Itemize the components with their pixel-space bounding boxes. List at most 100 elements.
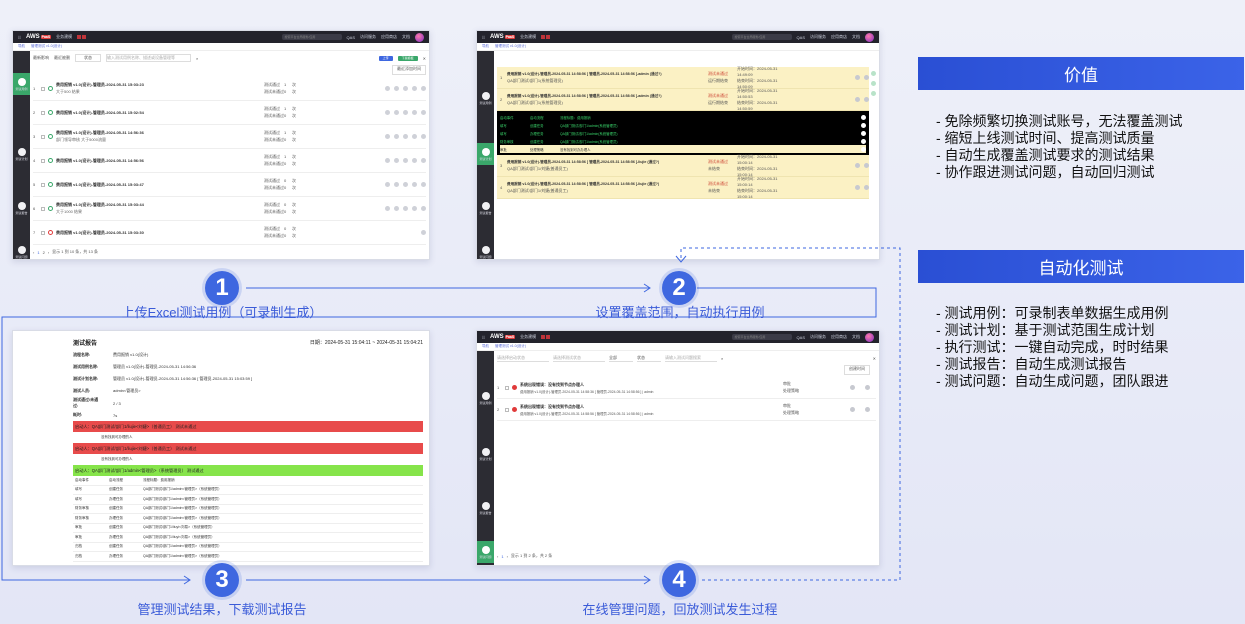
nav-store[interactable]: 应用商店 <box>381 34 397 40</box>
close-icon[interactable]: ✕ <box>873 356 876 361</box>
row-title[interactable]: 费用报销 v1.0(设计)-管理员-2024-05-31 15:03:47 <box>56 182 216 188</box>
row-checkbox[interactable] <box>41 158 45 163</box>
plan-row[interactable]: 3 费用报销 v1.0(设计)-管理员-2024-05-31 14:58:56 [… <box>497 154 869 177</box>
pager-page-1[interactable]: 1 <box>501 554 503 559</box>
sidebar-item-cases[interactable]: 测试用例 <box>13 73 30 95</box>
breadcrumb-current[interactable]: 管理测试 v1.0(设计) <box>495 344 526 349</box>
sidebar-item-cases[interactable]: 测试用例 <box>477 87 494 109</box>
row-checkbox[interactable] <box>41 206 45 211</box>
row-action-icon[interactable] <box>385 134 390 139</box>
row-action-icon[interactable] <box>850 407 855 412</box>
row-action-icon[interactable] <box>865 407 870 412</box>
detail-action-icon[interactable] <box>861 146 866 152</box>
table-row[interactable]: 3 费用报销 v1.0(设计)-管理员-2024-05-31 14:56:36 部门… <box>33 125 426 149</box>
issue-row[interactable]: 1 系统出现错误：没有找到节点办理人 费用报销 v1.0(设计)-管理员-2024-… <box>497 377 876 399</box>
row-title[interactable]: 费用报销 v1.0(设计)-管理员-2024-05-31 15:03:23 <box>56 82 216 88</box>
plan-row[interactable]: 2 费用报销 v1.0(设计)-管理员-2024-05-31 14:58:56 [… <box>497 88 869 111</box>
detail-action-icon[interactable] <box>861 114 866 120</box>
row-action-icon[interactable] <box>385 182 390 187</box>
pager-next[interactable]: › <box>48 250 49 255</box>
table-row[interactable]: 6 费用报销 v1.0(设计)-管理员-2024-05-31 15:03:44 大于… <box>33 197 426 221</box>
row-action-icon[interactable] <box>412 182 417 187</box>
filter-test-status[interactable]: 请选择测试状态 <box>553 355 605 362</box>
row-checkbox[interactable] <box>505 385 509 390</box>
row-action-icon[interactable] <box>385 86 390 91</box>
plan-title[interactable]: 费用报销 v1.0(设计)-管理员-2024-05-31 14:58:56 [ … <box>507 72 697 77</box>
case-search-input[interactable]: 输入测试用例名称、描述或设备管理等 <box>106 54 191 62</box>
nav-store[interactable]: 应用商店 <box>831 34 847 40</box>
nav-qas[interactable]: QAS <box>797 335 805 340</box>
status-select[interactable]: 状态 <box>75 54 101 62</box>
nav-store[interactable]: 应用商店 <box>831 334 847 340</box>
row-action-icon[interactable] <box>394 158 399 163</box>
row-action-icon[interactable] <box>421 86 426 91</box>
plan-title[interactable]: 费用报销 v1.0(设计)-管理员-2024-05-31 14:58:56 [ … <box>507 94 697 99</box>
nav-docs[interactable]: 文档 <box>852 34 860 40</box>
nav-access[interactable]: 访问服务 <box>810 334 826 340</box>
row-title[interactable]: 费用报销 v1.0(设计)-管理员-2024-05-31 15:02:54 <box>56 110 216 116</box>
row-action-icon[interactable] <box>864 163 869 168</box>
sort-select[interactable]: 创建时间 <box>844 365 870 375</box>
zoom-out-icon[interactable] <box>871 81 876 86</box>
download-template-button[interactable]: 下载模板 <box>397 55 418 61</box>
menu-grid-icon[interactable]: ⠿ <box>482 35 485 40</box>
upload-button[interactable]: 上传 <box>378 55 393 61</box>
nav-qas[interactable]: QAS <box>347 35 355 40</box>
row-action-icon[interactable] <box>394 134 399 139</box>
detail-action-icon[interactable] <box>861 122 866 128</box>
row-title[interactable]: 费用报销 v1.0(设计)-管理员-2024-05-31 14:56:36 <box>56 130 216 136</box>
row-action-icon[interactable] <box>421 230 426 235</box>
pager-page-2[interactable]: 2 <box>43 250 45 255</box>
check-latest[interactable]: 最新影响 <box>33 55 49 61</box>
row-action-icon[interactable] <box>864 185 869 190</box>
row-action-icon[interactable] <box>421 110 426 115</box>
row-checkbox[interactable] <box>41 182 45 187</box>
filter-state[interactable]: 状态 <box>637 355 661 362</box>
menu-grid-icon[interactable]: ⠿ <box>18 35 21 40</box>
global-search[interactable]: 搜索平台全局服务/应用 <box>281 34 342 40</box>
row-action-icon[interactable] <box>394 182 399 187</box>
sidebar-item-cases[interactable]: 测试用例 <box>477 387 494 409</box>
sidebar-item-issues[interactable]: 测试问题 <box>13 241 30 259</box>
detail-action-icon[interactable] <box>861 130 866 136</box>
table-row[interactable]: 7 费用报销 v1.0(设计)-管理员-2024-05-31 15:03:30 测试… <box>33 221 426 245</box>
sidebar-item-issues[interactable]: 测试问题 <box>477 241 494 259</box>
row-action-icon[interactable] <box>412 86 417 91</box>
pager-prev[interactable]: ‹ <box>497 554 498 559</box>
avatar[interactable] <box>865 32 874 42</box>
pager-prev[interactable]: ‹ <box>33 250 34 255</box>
row-action-icon[interactable] <box>864 75 869 80</box>
row-action-icon[interactable] <box>855 185 860 190</box>
table-row[interactable]: 2 费用报销 v1.0(设计)-管理员-2024-05-31 15:02:54 测试… <box>33 101 426 125</box>
row-action-icon[interactable] <box>394 206 399 211</box>
plan-row[interactable]: 4 费用报销 v1.0(设计)-管理员-2024-05-31 14:58:56 [… <box>497 176 869 199</box>
pager-next[interactable]: › <box>507 554 508 559</box>
row-checkbox[interactable] <box>41 110 45 115</box>
nav-docs[interactable]: 文档 <box>402 34 410 40</box>
row-action-icon[interactable] <box>403 110 408 115</box>
sort-select[interactable]: 最近添加时间 <box>392 65 426 75</box>
row-action-icon[interactable] <box>412 110 417 115</box>
row-action-icon[interactable] <box>403 182 408 187</box>
row-action-icon[interactable] <box>865 385 870 390</box>
row-action-icon[interactable] <box>864 97 869 102</box>
avatar[interactable] <box>415 32 424 42</box>
plan-title[interactable]: 费用报销 v1.0(设计)-管理员-2024-05-31 14:58:56 [ … <box>507 182 697 187</box>
nav-docs[interactable]: 文档 <box>852 334 860 340</box>
search-icon[interactable]: ⌕ <box>721 356 723 361</box>
sidebar-item-plans[interactable]: 测试计划 <box>477 443 494 465</box>
row-action-icon[interactable] <box>855 97 860 102</box>
row-action-icon[interactable] <box>421 158 426 163</box>
nav-access[interactable]: 访问服务 <box>360 34 376 40</box>
row-action-icon[interactable] <box>421 134 426 139</box>
sidebar-item-reports[interactable]: 测试报告 <box>477 497 494 519</box>
check-deleted[interactable]: 最近被删 <box>54 55 70 61</box>
filter-all[interactable]: 全部 <box>609 355 633 362</box>
row-action-icon[interactable] <box>421 206 426 211</box>
row-checkbox[interactable] <box>505 407 509 412</box>
zoom-in-icon[interactable] <box>871 71 876 76</box>
avatar[interactable] <box>865 332 874 342</box>
plan-title[interactable]: 费用报销 v1.0(设计)-管理员-2024-05-31 14:58:56 [ … <box>507 160 697 165</box>
row-checkbox[interactable] <box>41 134 45 139</box>
row-action-icon[interactable] <box>394 110 399 115</box>
